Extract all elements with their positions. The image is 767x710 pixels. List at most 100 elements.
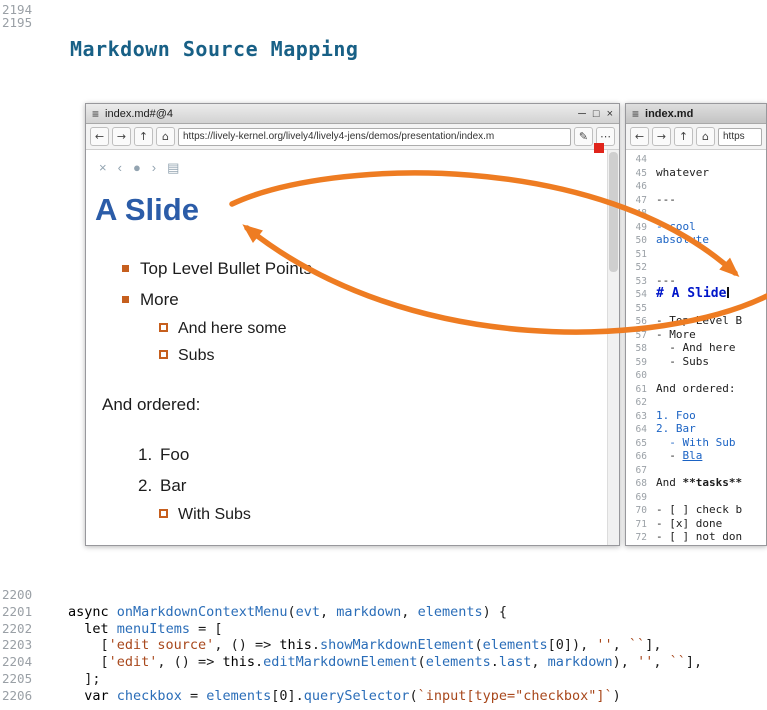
token: - Subs [656, 355, 709, 368]
line-number: 44 [626, 153, 647, 167]
forward-button[interactable]: → [112, 127, 131, 146]
page-title: Markdown Source Mapping [70, 37, 358, 61]
minimize-button[interactable]: ─ [578, 107, 586, 121]
line-number: 64 [626, 423, 647, 437]
print-icon[interactable]: ▤ [167, 160, 179, 175]
line-number: 2200 [0, 587, 38, 604]
source-line[interactable]: 58 - And here [626, 341, 766, 355]
code-editor[interactable]: 22002201async onMarkdownContextMenu(evt,… [0, 587, 767, 705]
source-line[interactable]: 70- [ ] check b [626, 503, 766, 517]
source-line[interactable]: 49- cool [626, 220, 766, 234]
token: - [x] done [656, 517, 722, 530]
url-input[interactable] [178, 128, 571, 146]
source-line[interactable]: 68And **tasks** [626, 476, 766, 490]
code-line[interactable]: 2203 ['edit source', () => this.showMark… [0, 637, 767, 654]
source-line[interactable]: 61And ordered: [626, 382, 766, 396]
source-line[interactable]: 57- More [626, 328, 766, 342]
source-line[interactable]: 60 [626, 368, 766, 382]
prev-slide-icon[interactable]: ‹ [118, 160, 122, 175]
source-line[interactable]: 65 - With Sub [626, 436, 766, 450]
code-text: async onMarkdownContextMenu(evt, markdow… [68, 604, 507, 621]
token: Bla [683, 449, 703, 462]
source-line[interactable]: 66 - Bla [626, 449, 766, 463]
source-text: absolute [656, 233, 709, 246]
url-input[interactable] [718, 128, 762, 146]
token: this [222, 654, 255, 670]
source-line[interactable]: 631. Foo [626, 409, 766, 423]
edit-pencil-button[interactable]: ✎ [574, 127, 593, 146]
token: markdown [336, 604, 401, 620]
source-line[interactable]: 45whatever [626, 166, 766, 180]
token: . [491, 654, 499, 670]
source-line[interactable]: 52 [626, 260, 766, 274]
token: = [ [190, 621, 223, 637]
source-line[interactable]: 59 - Subs [626, 355, 766, 369]
token: async [68, 604, 109, 620]
code-line[interactable]: 2200 [0, 587, 767, 604]
source-line[interactable]: 64 2. Bar [626, 422, 766, 436]
close-icon[interactable]: × [99, 160, 107, 175]
home-button[interactable]: ⌂ [696, 127, 715, 146]
home-button[interactable]: ⌂ [156, 127, 175, 146]
source-line[interactable]: 50absolute [626, 233, 766, 247]
source-text: 2. Bar [656, 422, 696, 435]
line-number: 56 [626, 315, 647, 329]
ordered-item: 1.Foo [138, 439, 597, 470]
source-line[interactable]: 53--- [626, 274, 766, 288]
hamburger-icon[interactable]: ≡ [92, 107, 99, 121]
token: # A Slide [656, 286, 726, 301]
token: ], [645, 637, 661, 653]
token: showMarkdownElement [320, 637, 474, 653]
token: , () => [214, 637, 279, 653]
code-line[interactable]: 2205 ]; [0, 671, 767, 688]
up-button[interactable]: ↑ [134, 127, 153, 146]
source-line[interactable]: 71- [x] done [626, 517, 766, 531]
source-line[interactable]: 47--- [626, 193, 766, 207]
source-line[interactable]: 54# A Slide [626, 287, 766, 301]
browser-toolbar: ← → ↑ ⌂ [626, 124, 766, 150]
forward-button[interactable]: → [652, 127, 671, 146]
hamburger-icon[interactable]: ≡ [632, 107, 639, 121]
token: 'edit' [109, 654, 158, 670]
code-text: let menuItems = [ [68, 621, 222, 638]
token: '' [596, 637, 612, 653]
source-line[interactable]: 46 [626, 179, 766, 193]
code-line[interactable]: 2201async onMarkdownContextMenu(evt, mar… [0, 604, 767, 621]
line-number: 48 [626, 207, 647, 221]
token: ]; [68, 671, 101, 687]
rendered-slide-content: ×‹●›▤ A Slide Top Level Bullet PointsMor… [86, 150, 619, 545]
sub-bullet-item: And here some [122, 315, 597, 342]
token: menuItems [117, 621, 190, 637]
close-button[interactable]: × [607, 107, 613, 121]
scrollbar-thumb[interactable] [609, 152, 618, 272]
scrollbar[interactable] [607, 150, 619, 545]
source-line[interactable]: 62 [626, 395, 766, 409]
back-button[interactable]: ← [630, 127, 649, 146]
back-button[interactable]: ← [90, 127, 109, 146]
source-line[interactable]: 55 [626, 301, 766, 315]
source-line[interactable]: 48 [626, 206, 766, 220]
source-editor[interactable]: 4445whatever4647---4849- cool50absolute5… [626, 150, 766, 545]
next-slide-icon[interactable]: › [152, 160, 156, 175]
maximize-button[interactable]: □ [593, 107, 600, 121]
record-icon[interactable]: ● [133, 160, 141, 175]
record-indicator[interactable] [594, 143, 604, 153]
source-text: 1. Foo [656, 409, 696, 422]
source-line[interactable]: 67 [626, 463, 766, 477]
source-line[interactable]: 56- Top Level B [626, 314, 766, 328]
up-button[interactable]: ↑ [674, 127, 693, 146]
code-line[interactable]: 2202 let menuItems = [ [0, 621, 767, 638]
browser-toolbar: ← → ↑ ⌂ ✎ ⋯ [86, 124, 619, 150]
code-line[interactable]: 2204 ['edit', () => this.editMarkdownEle… [0, 654, 767, 671]
source-line[interactable]: 72- [ ] not don [626, 530, 766, 544]
token: **tasks** [683, 476, 743, 489]
code-line[interactable]: 2206 var checkbox = elements[0].querySel… [0, 688, 767, 705]
ordered-text: Foo [160, 445, 189, 464]
source-line[interactable]: 51 [626, 247, 766, 261]
token: - With Sub [656, 436, 735, 449]
markdown-editor-page: 2194 2195 Markdown Source Mapping ≡ inde… [0, 0, 767, 710]
source-line[interactable]: 44 [626, 152, 766, 166]
markdown-source-window: ≡ index.md ← → ↑ ⌂ 4445whatever4647---48… [625, 103, 767, 546]
source-text: - And here [656, 341, 735, 354]
source-line[interactable]: 69 [626, 490, 766, 504]
